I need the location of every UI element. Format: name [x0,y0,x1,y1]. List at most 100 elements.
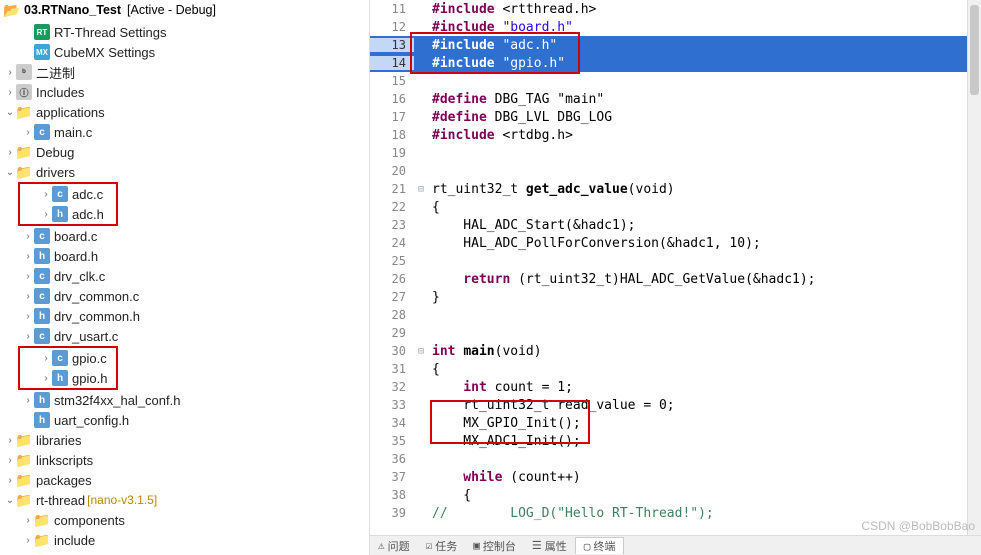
tree-packages[interactable]: 📁packages [0,470,369,490]
tree-board-h[interactable]: hboard.h [0,246,369,266]
line-number: 13 [370,38,414,52]
tree-board-c[interactable]: cboard.c [0,226,369,246]
tab-terminal[interactable]: ▢终端 [575,537,625,554]
code-editor[interactable]: 11#include <rtthread.h> 12#include "boar… [370,0,981,555]
tree-gpio-c[interactable]: cgpio.c [20,348,116,368]
tree-uart-config-h[interactable]: huart_config.h [0,410,369,430]
tree-rt-thread[interactable]: 📁rt-thread[nano-v3.1.5] [0,490,369,510]
folder-icon: 📁 [34,532,50,548]
tree-adc-h[interactable]: hadc.h [20,204,116,224]
tab-properties[interactable]: ☰属性 [524,538,575,554]
tab-problems[interactable]: ⚠问题 [370,538,418,554]
fold-icon[interactable] [414,184,428,195]
line-number: 22 [370,200,414,214]
c-file-icon: c [34,124,50,140]
line-number: 34 [370,416,414,430]
tasks-icon: ☑ [426,539,433,552]
tree-libcpu[interactable]: 📁libcpu [0,550,369,555]
binary-icon: ᵇ [16,64,32,80]
bottom-tabs: ⚠问题 ☑任务 ▣控制台 ☰属性 ▢终端 [370,535,981,555]
line-number: 16 [370,92,414,106]
project-explorer[interactable]: 📂 03.RTNano_Test [Active - Debug] RTRT-T… [0,0,370,555]
h-file-icon: h [34,412,50,428]
line-number: 36 [370,452,414,466]
tab-console[interactable]: ▣控制台 [465,538,524,554]
tree-components[interactable]: 📁components [0,510,369,530]
h-file-icon: h [34,248,50,264]
tree-drivers[interactable]: 📁drivers [0,162,369,182]
ide-window: 📂 03.RTNano_Test [Active - Debug] RTRT-T… [0,0,981,555]
tab-tasks[interactable]: ☑任务 [418,538,466,554]
folder-icon: 📁 [16,472,32,488]
tree-linkscripts[interactable]: 📁linkscripts [0,450,369,470]
project-tree: RTRT-Thread Settings MXCubeMX Settings ᵇ… [0,20,369,555]
folder-icon: 📁 [16,164,32,180]
folder-icon: 📁 [16,492,32,508]
terminal-icon: ▢ [584,540,591,553]
tree-adc-c[interactable]: cadc.c [20,184,116,204]
line-number: 21 [370,182,414,196]
line-number: 30 [370,344,414,358]
line-number: 33 [370,398,414,412]
tree-hal-conf-h[interactable]: hstm32f4xx_hal_conf.h [0,390,369,410]
line-number: 35 [370,434,414,448]
rt-thread-settings[interactable]: RTRT-Thread Settings [0,22,369,42]
tree-drv-common-c[interactable]: cdrv_common.c [0,286,369,306]
tree-drv-common-h[interactable]: hdrv_common.h [0,306,369,326]
properties-icon: ☰ [532,539,542,552]
vertical-scrollbar[interactable] [967,0,981,535]
c-file-icon: c [52,350,68,366]
watermark: CSDN @BobBobBao [861,519,975,533]
code-area[interactable]: 11#include <rtthread.h> 12#include "boar… [370,0,981,535]
tree-drv-usart-c[interactable]: cdrv_usart.c [0,326,369,346]
fold-icon[interactable] [414,346,428,357]
line-number: 28 [370,308,414,322]
line-number: 18 [370,128,414,142]
line-number: 27 [370,290,414,304]
mx-icon: MX [34,44,50,60]
build-config: [Active - Debug] [127,3,216,17]
line-number: 31 [370,362,414,376]
h-file-icon: h [34,392,50,408]
line-number: 25 [370,254,414,268]
folder-icon: 📁 [34,512,50,528]
cubemx-settings[interactable]: MXCubeMX Settings [0,42,369,62]
folder-icon: 📁 [16,452,32,468]
console-icon: ▣ [473,539,480,552]
tree-libraries[interactable]: 📁libraries [0,430,369,450]
line-number: 29 [370,326,414,340]
c-file-icon: c [34,328,50,344]
project-root[interactable]: 📂 03.RTNano_Test [Active - Debug] [0,0,369,20]
line-number: 14 [370,56,414,70]
h-file-icon: h [52,206,68,222]
tree-applications[interactable]: 📁applications [0,102,369,122]
line-number: 38 [370,488,414,502]
tree-gpio-h[interactable]: hgpio.h [20,368,116,388]
line-number: 39 [370,506,414,520]
line-number: 19 [370,146,414,160]
folder-icon: 📁 [16,432,32,448]
c-file-icon: c [34,228,50,244]
tree-drv-clk-c[interactable]: cdrv_clk.c [0,266,369,286]
project-name: 03.RTNano_Test [24,3,121,17]
h-file-icon: h [52,370,68,386]
tree-binary[interactable]: ᵇ二进制 [0,62,369,82]
c-file-icon: c [34,268,50,284]
line-number: 17 [370,110,414,124]
scrollbar-thumb[interactable] [970,5,979,95]
folder-icon: 📁 [16,104,32,120]
h-file-icon: h [34,308,50,324]
tree-include[interactable]: 📁include [0,530,369,550]
selected-line[interactable]: 14#include "gpio.h" [370,54,981,72]
line-number: 12 [370,20,414,34]
c-file-icon: c [34,288,50,304]
tree-debug[interactable]: 📁Debug [0,142,369,162]
tree-includes[interactable]: ⓘIncludes [0,82,369,102]
line-number: 24 [370,236,414,250]
line-number: 11 [370,2,414,16]
line-number: 23 [370,218,414,232]
folder-icon: 📁 [16,144,32,160]
tree-main-c[interactable]: cmain.c [0,122,369,142]
selected-line[interactable]: 13#include "adc.h" [370,36,981,54]
warning-icon: ⚠ [378,539,385,552]
